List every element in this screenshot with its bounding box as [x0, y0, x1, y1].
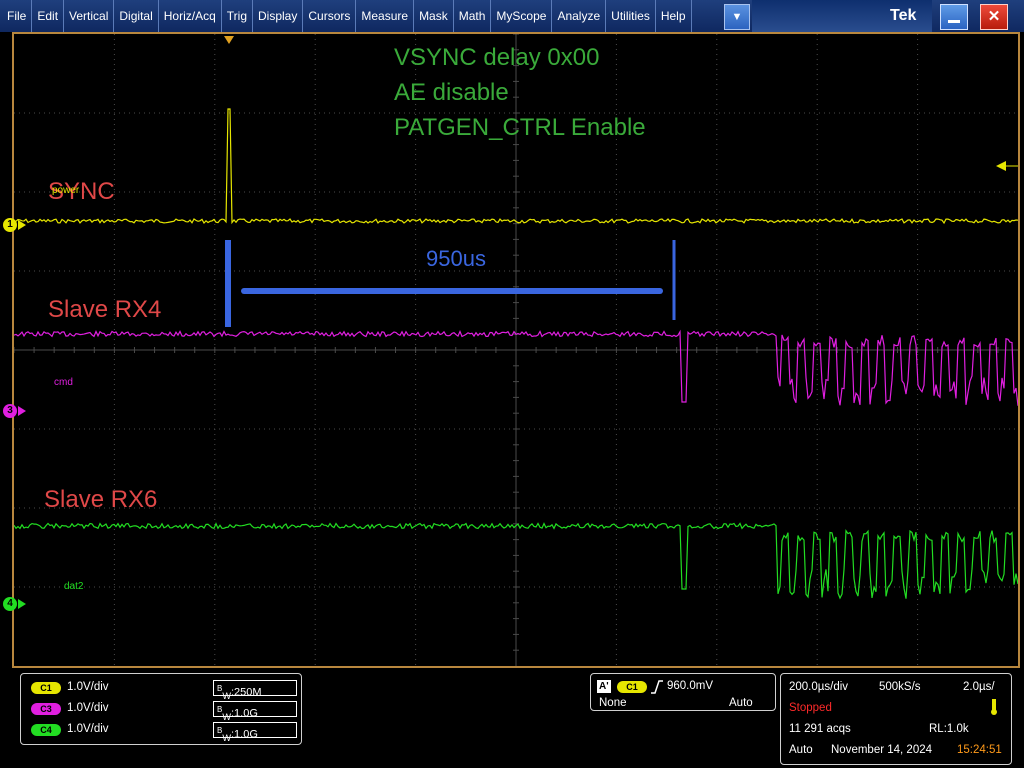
menu-math[interactable]: Math	[454, 0, 492, 32]
ch1-bw-value: :250M	[231, 686, 262, 699]
annotation-ae-disable: AE disable	[394, 79, 509, 106]
waveform-display[interactable]: VSYNC delay 0x00 AE disable PATGEN_CTRL …	[12, 32, 1020, 668]
menu-trig[interactable]: Trig	[222, 0, 253, 32]
ch3-marker[interactable]: 3	[3, 404, 17, 418]
trigger-panel[interactable]: A' C1 960.0mV None Auto	[590, 673, 776, 711]
sample-rate: 500kS/s	[879, 681, 921, 693]
record-length: RL:1.0k	[929, 723, 969, 735]
annotation-patgen: PATGEN_CTRL Enable	[394, 114, 646, 141]
vertical-settings-panel[interactable]: C1 1.0V/div BW:250M C3 1.0V/div BW:1.0G …	[20, 673, 302, 745]
acquisition-mode: Auto	[789, 744, 813, 756]
ch4-marker[interactable]: 4	[3, 597, 17, 611]
menu-display[interactable]: Display	[253, 0, 304, 32]
resolution: 2.0µs/	[963, 681, 995, 693]
ch4-bw-value: :1.0G	[231, 728, 258, 741]
ch4-marker-arrow-icon	[18, 599, 26, 609]
label-slave-rx4: Slave RX4	[48, 296, 162, 323]
ch3-scale: 1.0V/div	[67, 702, 109, 714]
trigger-id: A'	[597, 680, 611, 693]
menu-analyze[interactable]: Analyze	[552, 0, 607, 32]
ch3-bw-value: :1.0G	[231, 707, 258, 720]
trigger-level: 960.0mV	[667, 680, 714, 692]
ch3-marker-arrow-icon	[18, 406, 26, 416]
annotation-950us: 950us	[426, 246, 486, 271]
menu-digital[interactable]: Digital	[114, 0, 159, 32]
tek-logo: Tek	[890, 7, 917, 24]
ch3-badge[interactable]: C3	[31, 703, 61, 715]
trigger-coupling: None	[599, 697, 627, 709]
date: November 14, 2024	[831, 744, 933, 756]
ch1-scale: 1.0V/div	[67, 681, 109, 693]
ch3-waveform	[14, 329, 1018, 406]
ch3-label: cmd	[54, 377, 73, 388]
ch4-waveform	[14, 522, 1018, 600]
label-slave-rx6: Slave RX6	[44, 486, 158, 513]
annotation-vsync-delay: VSYNC delay 0x00	[394, 44, 600, 71]
minimize-icon	[948, 20, 960, 23]
ch1-bw-sub: W	[222, 690, 231, 701]
trigger-mode: Auto	[729, 697, 753, 709]
trigger-source-badge: C1	[617, 681, 647, 693]
menu-myscope[interactable]: MyScope	[491, 0, 553, 32]
ch4-scale: 1.0V/div	[67, 723, 109, 735]
ch1-label: power	[52, 185, 80, 196]
menu-edit[interactable]: Edit	[32, 0, 65, 32]
menu-bar: File Edit Vertical Digital Horiz/Acq Tri…	[0, 0, 1024, 32]
timebase: 200.0µs/div	[789, 681, 849, 693]
ch4-label: dat2	[64, 581, 84, 592]
menu-help[interactable]: Help	[656, 0, 692, 32]
menu-utilities[interactable]: Utilities	[606, 0, 656, 32]
ch4-badge[interactable]: C4	[31, 724, 61, 736]
menu-file[interactable]: File	[2, 0, 33, 32]
menu-vertical[interactable]: Vertical	[64, 0, 115, 32]
menu-measure[interactable]: Measure	[356, 0, 415, 32]
trigger-status-icon	[991, 699, 997, 715]
ch4-bandwidth[interactable]: BW:1.0G	[213, 722, 297, 743]
menu-list: File Edit Vertical Digital Horiz/Acq Tri…	[2, 0, 692, 32]
ch3-bw-sub: W	[222, 711, 231, 722]
minimize-button[interactable]	[940, 4, 968, 30]
menu-horiz-acq[interactable]: Horiz/Acq	[159, 0, 222, 32]
trigger-position-marker	[224, 36, 234, 44]
menu-mask[interactable]: Mask	[414, 0, 454, 32]
ch4-bw-sub: W	[222, 732, 231, 743]
acquisition-panel[interactable]: 200.0µs/div 500kS/s 2.0µs/ Stopped 11 29…	[780, 673, 1012, 765]
ch1-bandwidth[interactable]: BW:250M	[213, 680, 297, 701]
ch1-marker[interactable]: 1	[3, 218, 17, 232]
ch3-bandwidth[interactable]: BW:1.0G	[213, 701, 297, 722]
close-button[interactable]: ✕	[980, 4, 1008, 30]
menu-more-button[interactable]: ▼	[724, 4, 750, 30]
ch1-badge[interactable]: C1	[31, 682, 61, 694]
menu-cursors[interactable]: Cursors	[303, 0, 357, 32]
rising-edge-icon	[651, 680, 663, 694]
ch1-marker-arrow-icon	[18, 220, 26, 230]
run-status[interactable]: Stopped	[789, 702, 832, 714]
acquisition-count: 11 291 acqs	[789, 723, 851, 735]
time: 15:24:51	[957, 744, 1002, 756]
